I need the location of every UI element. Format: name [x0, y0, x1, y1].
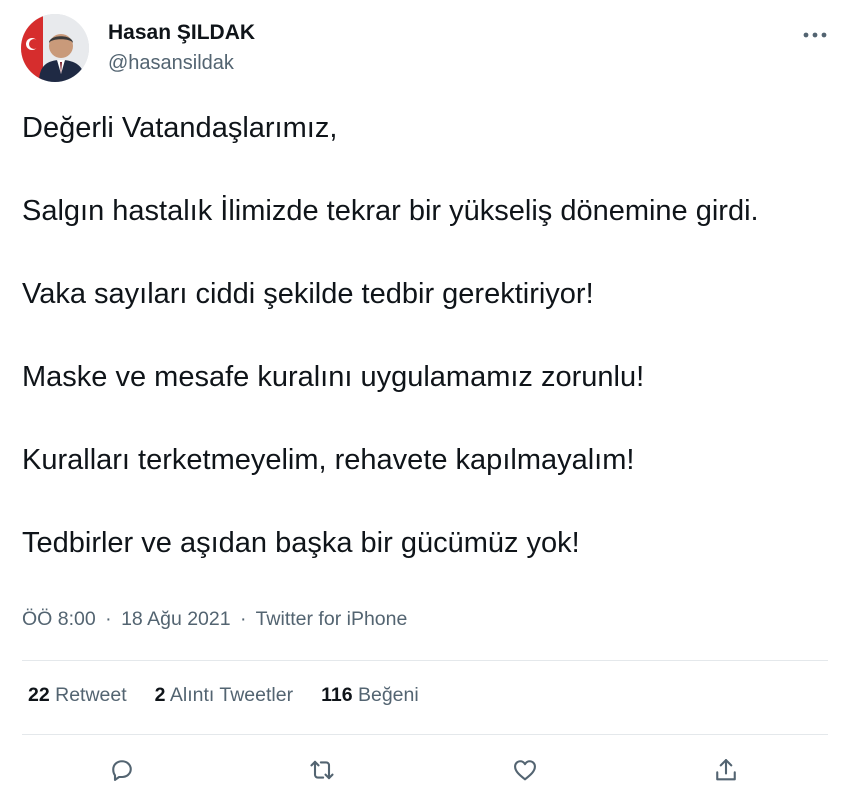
tweet-line: Maske ve mesafe kuralını uygulamamız zor…	[22, 361, 645, 393]
tweet-line: Tedbirler ve aşıdan başka bir gücümüz yo…	[22, 527, 580, 559]
likes-count: 116	[321, 684, 353, 706]
retweets-label: Retweet	[55, 684, 127, 706]
retweet-icon	[310, 760, 334, 780]
reply-icon	[112, 760, 132, 781]
author-handle[interactable]: @hasansildak	[108, 52, 234, 75]
like-button[interactable]	[503, 748, 547, 792]
quotes-label: Alıntı Tweetler	[169, 684, 294, 706]
likes-stat[interactable]: 116 Beğeni	[321, 684, 419, 707]
tweet: Hasan ŞILDAK @hasansildak Değerli Vatand…	[0, 0, 850, 804]
likes-label: Beğeni	[357, 684, 419, 706]
avatar[interactable]	[21, 14, 89, 82]
quotes-count: 2	[154, 684, 166, 706]
quotes-stat[interactable]: 2 Alıntı Tweetler	[155, 684, 293, 707]
more-horizontal-icon	[803, 32, 827, 38]
meta-separator: ·	[240, 608, 247, 630]
tweet-meta: ÖÖ 8:00 · 18 Ağu 2021 · Twitter for iPho…	[22, 608, 407, 631]
author-name[interactable]: Hasan ŞILDAK	[108, 21, 255, 45]
tweet-time[interactable]: ÖÖ 8:00	[22, 608, 96, 630]
retweet-button[interactable]	[300, 748, 344, 792]
divider	[22, 660, 828, 661]
tweet-line: Salgın hastalık İlimizde tekrar bir yüks…	[22, 195, 759, 227]
avatar-image	[21, 14, 89, 82]
more-options-button[interactable]	[800, 20, 830, 50]
share-button[interactable]	[704, 748, 748, 792]
divider	[22, 734, 828, 735]
heart-icon	[514, 760, 536, 781]
tweet-stats: 22 Retweet 2 Alıntı Tweetler 116 Beğeni	[28, 684, 419, 707]
retweets-count: 22	[28, 684, 50, 706]
tweet-line: Vaka sayıları ciddi şekilde tedbir gerek…	[22, 278, 594, 310]
tweet-date[interactable]: 18 Ağu 2021	[121, 608, 231, 630]
share-icon	[716, 759, 736, 781]
reply-button[interactable]	[100, 748, 144, 792]
action-bar	[0, 748, 850, 792]
retweets-stat[interactable]: 22 Retweet	[28, 684, 127, 707]
tweet-source[interactable]: Twitter for iPhone	[256, 608, 408, 630]
tweet-line: Kuralları terketmeyelim, rehavete kapılm…	[22, 444, 635, 476]
tweet-text: Değerli Vatandaşlarımız, Salgın hastalık…	[22, 108, 812, 564]
tweet-line: Değerli Vatandaşlarımız,	[22, 112, 338, 144]
meta-separator: ·	[105, 608, 112, 630]
